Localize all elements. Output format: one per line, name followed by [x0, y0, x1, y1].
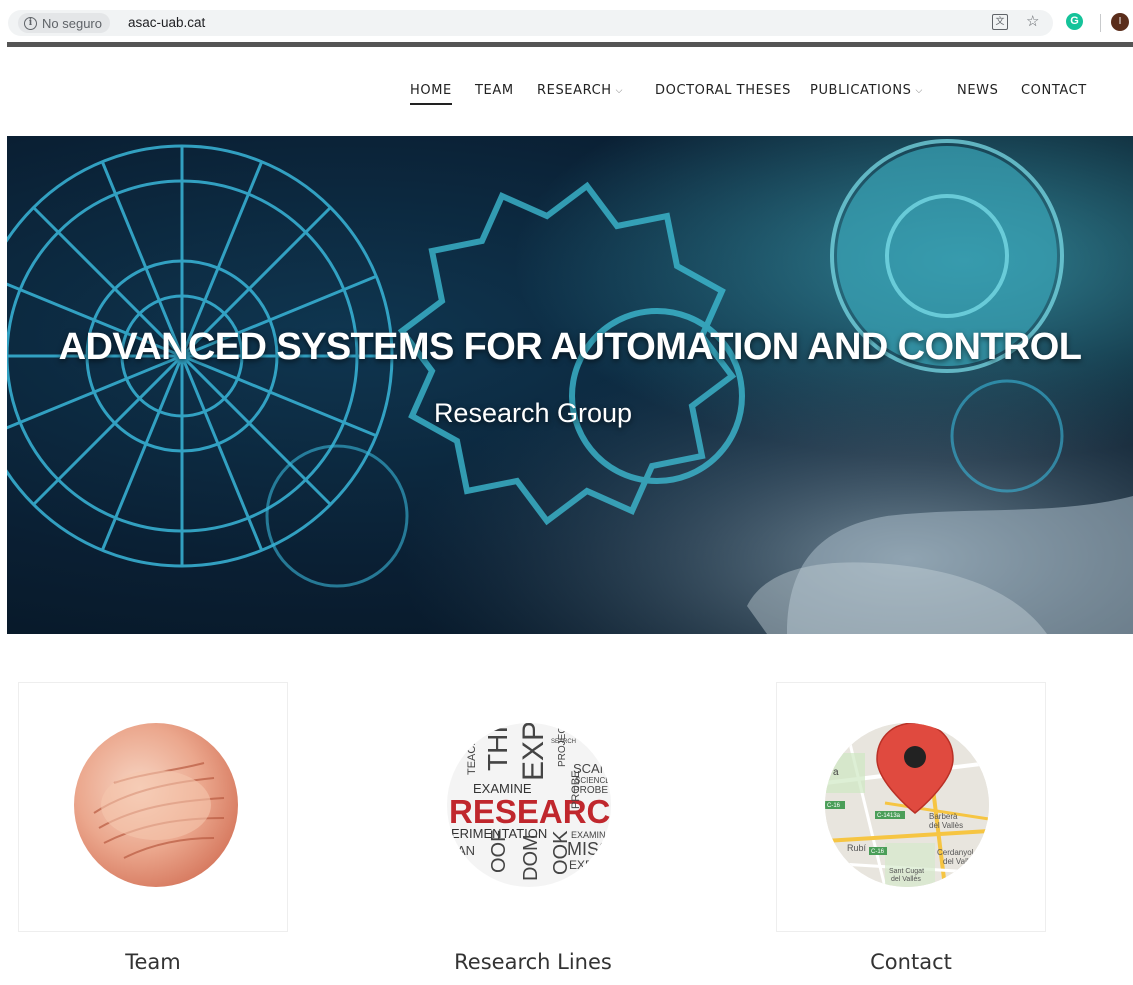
toolbar-divider — [1100, 14, 1101, 32]
address-bar[interactable]: i No seguro asac-uab.cat — [8, 10, 1053, 36]
url-text[interactable]: asac-uab.cat — [128, 15, 205, 30]
bookmark-star-icon[interactable]: ☆ — [1026, 13, 1039, 31]
word-research: RESEARCH — [449, 793, 611, 830]
nav-contact[interactable]: CONTACT — [1021, 83, 1087, 98]
word-teach: TEACH — [466, 738, 478, 775]
contact-card-label[interactable]: Contact — [776, 950, 1046, 974]
map-road-c16: C-16 — [827, 803, 841, 809]
nav-home[interactable]: HOME — [410, 83, 452, 105]
research-word-cloud-illustration: TEACH THI EXP PROJECT SCAN SCIENCE PROBE… — [449, 723, 611, 881]
map-label-del-valles-2: del Vall — [943, 857, 969, 866]
contact-map-image: C-16 C-1413a C-16 a Barberà del Vallès R… — [825, 723, 989, 887]
hands-together-illustration — [93, 762, 225, 859]
map-label-rubi: Rubí — [847, 843, 867, 853]
chevron-down-icon: ⌵ — [615, 86, 624, 96]
word-oof: OOF — [488, 830, 510, 873]
research-image: TEACH THI EXP PROJECT SCAN SCIENCE PROBE… — [447, 723, 611, 887]
translate-icon[interactable]: 文 — [992, 14, 1008, 30]
nav-news[interactable]: NEWS — [957, 83, 998, 98]
word-expe: EXPE — [569, 858, 601, 872]
map-label-cerdanyola: Cerdanyol — [937, 848, 974, 857]
word-dom: DOM — [520, 834, 542, 881]
nav-doctoral-theses[interactable]: DOCTORAL THESES — [655, 83, 791, 98]
map-illustration: C-16 C-1413a C-16 a Barberà del Vallès R… — [825, 723, 989, 887]
security-label: No seguro — [42, 15, 102, 31]
hero-title: ADVANCED SYSTEMS FOR AUTOMATION AND CONT… — [58, 326, 1082, 368]
map-label-sant-cugat: Sant Cugat — [889, 868, 924, 875]
nav-publications[interactable]: PUBLICATIONS ⌵ — [810, 83, 923, 98]
hero-subtitle: Research Group — [433, 398, 633, 428]
word-search: SEARCH — [551, 739, 576, 745]
profile-avatar[interactable]: I — [1111, 13, 1129, 31]
map-label-del-valles-3: del Vallès — [891, 876, 921, 883]
nav-research[interactable]: RESEARCH ⌵ — [537, 83, 623, 98]
chevron-down-icon: ⌵ — [915, 86, 923, 96]
gears-background-illustration — [7, 136, 1133, 634]
research-lines-card-label[interactable]: Research Lines — [398, 950, 668, 974]
map-road-c16-b: C-16 — [871, 849, 885, 855]
nav-publications-label: PUBLICATIONS — [810, 83, 912, 98]
word-an: AN — [457, 843, 475, 858]
site-navigation: HOME TEAM RESEARCH ⌵ DOCTORAL THESES PUBL… — [0, 47, 1133, 136]
grammarly-extension-icon[interactable]: G — [1066, 13, 1083, 30]
word-project: PROJECT — [557, 723, 568, 767]
nav-team[interactable]: TEAM — [475, 83, 514, 98]
map-label-barbera: Barberà — [929, 812, 958, 821]
team-card-label[interactable]: Team — [18, 950, 288, 974]
team-card[interactable] — [18, 682, 288, 932]
team-image — [74, 723, 238, 887]
word-thi: THI — [482, 726, 513, 771]
map-label-a: a — [833, 767, 839, 778]
research-lines-card[interactable]: TEACH THI EXP PROJECT SCAN SCIENCE PROBE… — [398, 682, 668, 932]
map-label-del-valles-1: del Vallès — [929, 821, 963, 830]
hero-banner: ADVANCED SYSTEMS FOR AUTOMATION AND CONT… — [7, 136, 1133, 634]
word-probe-2: PROBE — [570, 770, 582, 809]
map-road-c1413a: C-1413a — [877, 813, 901, 819]
word-exp: EXP — [517, 723, 550, 781]
security-indicator[interactable]: i No seguro — [18, 13, 110, 33]
browser-toolbar: i No seguro asac-uab.cat 文 ☆ G I — [0, 0, 1133, 40]
contact-card[interactable]: C-16 C-1413a C-16 a Barberà del Vallès R… — [776, 682, 1046, 932]
word-miss: MISS — [567, 839, 611, 859]
nav-research-label: RESEARCH — [537, 83, 612, 98]
info-icon: i — [24, 16, 37, 30]
